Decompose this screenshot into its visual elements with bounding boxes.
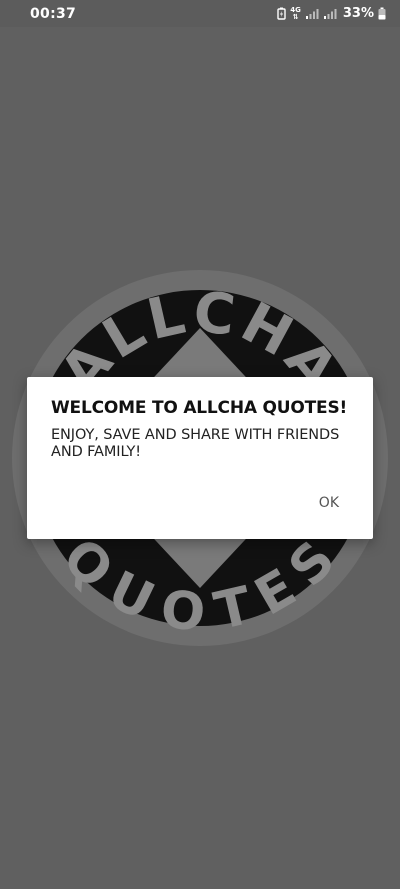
battery-icon (378, 7, 386, 20)
ok-button[interactable]: OK (319, 491, 339, 515)
signal-icon-1 (305, 8, 319, 19)
data-arrows-icon: ⇅ (292, 12, 299, 21)
status-bar: 00:37 4G ⇅ 33% (0, 0, 400, 27)
status-icons: 4G ⇅ 33% (277, 6, 386, 21)
dialog-title: WELCOME TO ALLCHA QUOTES! (51, 398, 348, 418)
network-type-icon: 4G ⇅ (290, 6, 301, 21)
dialog-message: ENJOY, SAVE AND SHARE WITH FRIENDS AND F… (51, 427, 340, 460)
battery-saver-icon (277, 7, 286, 20)
signal-icon-2 (323, 8, 337, 19)
battery-percentage: 33% (342, 6, 374, 21)
welcome-dialog: WELCOME TO ALLCHA QUOTES! ENJOY, SAVE AN… (27, 377, 373, 539)
status-time: 00:37 (30, 5, 77, 22)
app-screen: 00:37 4G ⇅ 33% ALL HA QUOTES WELCOME TO … (0, 0, 400, 889)
